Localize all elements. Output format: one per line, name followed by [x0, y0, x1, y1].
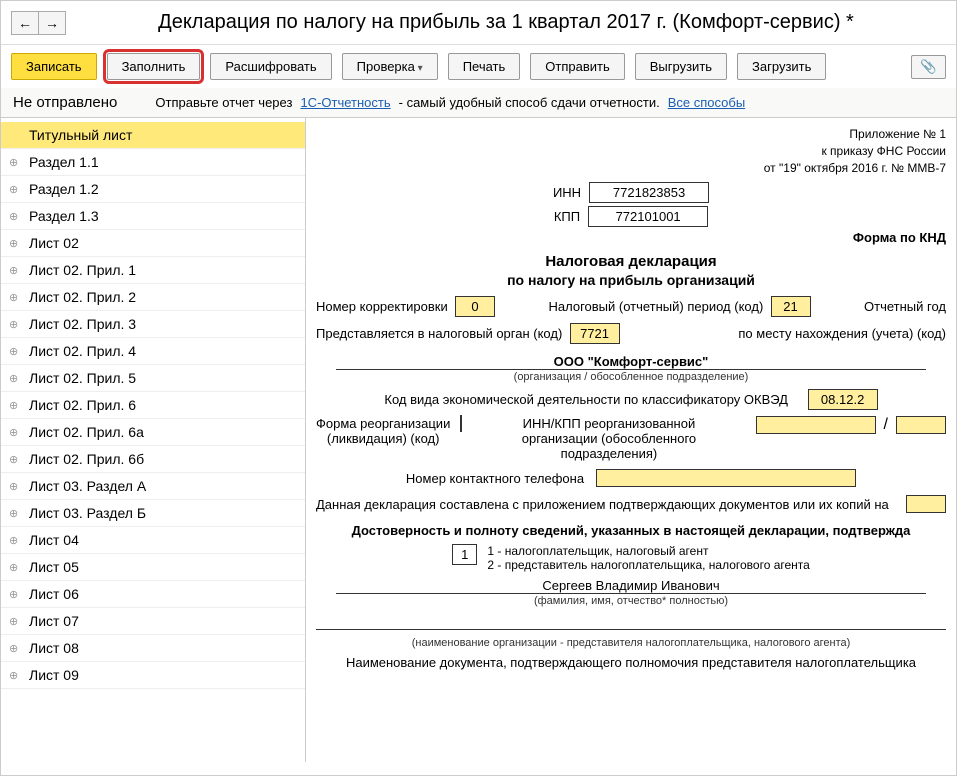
authority-field[interactable]: 7721 — [570, 323, 620, 344]
sidebar-item[interactable]: Лист 02. Прил. 5 — [1, 365, 305, 392]
status-bar: Не отправлено Отправьте отчет через 1С-О… — [1, 88, 956, 118]
nav-forward-button[interactable]: → — [38, 11, 66, 35]
kpp-field[interactable]: 772101001 — [588, 206, 708, 227]
inn-label: ИНН — [553, 185, 581, 200]
rep-org-line — [316, 629, 946, 630]
docs-label: Данная декларация составлена с приложени… — [316, 497, 900, 512]
okved-field[interactable]: 08.12.2 — [808, 389, 878, 410]
correction-field[interactable]: 0 — [455, 296, 495, 317]
sidebar-item[interactable]: Лист 06 — [1, 581, 305, 608]
fill-button[interactable]: Заполнить — [107, 53, 201, 80]
phone-field[interactable] — [596, 469, 856, 487]
sidebar-item[interactable]: Лист 02. Прил. 6а — [1, 419, 305, 446]
sidebar-item[interactable]: Лист 03. Раздел А — [1, 473, 305, 500]
reorg-inn-label-3: подразделения) — [472, 446, 745, 461]
signer-desc: 1 - налогоплательщик, налоговый агент 2 … — [487, 544, 809, 572]
reorg-label-2: (ликвидация) (код) — [316, 431, 450, 446]
download-button[interactable]: Загрузить — [737, 53, 826, 80]
sidebar-item[interactable]: Лист 02. Прил. 2 — [1, 284, 305, 311]
reorg-inn-label-1: ИНН/КПП реорганизованной — [472, 416, 745, 431]
reorg-inn-label-2: организации (обособленного — [472, 431, 745, 446]
link-1c-report[interactable]: 1С-Отчетность — [300, 95, 390, 110]
inn-field[interactable]: 7721823853 — [589, 182, 709, 203]
sidebar-item[interactable]: Лист 02. Прил. 3 — [1, 311, 305, 338]
sidebar-item[interactable]: Лист 02 — [1, 230, 305, 257]
appendix-note: Приложение № 1 к приказу ФНС России от "… — [316, 126, 946, 176]
place-label: по месту нахождения (учета) (код) — [738, 326, 946, 341]
section-tree: Титульный лист Раздел 1.1 Раздел 1.2 Раз… — [1, 118, 306, 762]
form-title: Налоговая декларация — [316, 253, 946, 270]
person-hint: (фамилия, имя, отчество* полностью) — [336, 593, 926, 607]
sidebar-item[interactable]: Лист 02. Прил. 6б — [1, 446, 305, 473]
sidebar-item[interactable]: Раздел 1.3 — [1, 203, 305, 230]
paperclip-icon: 📎 — [920, 59, 937, 74]
print-button[interactable]: Печать — [448, 53, 521, 80]
sidebar-item[interactable]: Лист 04 — [1, 527, 305, 554]
send-status: Не отправлено — [13, 94, 117, 111]
rep-org-hint: (наименование организации - представител… — [336, 636, 926, 649]
phone-label: Номер контактного телефона — [406, 471, 584, 486]
period-label: Налоговый (отчетный) период (код) — [548, 299, 763, 314]
knd-label: Форма по КНД — [853, 230, 946, 245]
send-button[interactable]: Отправить — [530, 53, 624, 80]
sidebar-item-title-page[interactable]: Титульный лист — [1, 122, 305, 149]
attach-button[interactable]: 📎 — [911, 55, 946, 79]
sidebar-item[interactable]: Лист 02. Прил. 4 — [1, 338, 305, 365]
confirm-title: Достоверность и полноту сведений, указан… — [316, 523, 946, 538]
sidebar-item[interactable]: Раздел 1.1 — [1, 149, 305, 176]
upload-button[interactable]: Выгрузить — [635, 53, 727, 80]
write-button[interactable]: Записать — [11, 53, 97, 80]
kpp-label: КПП — [554, 209, 580, 224]
authority-label: Представляется в налоговый орган (код) — [316, 326, 562, 341]
reorg-kpp-field[interactable] — [896, 416, 946, 434]
sidebar-item[interactable]: Лист 02. Прил. 6 — [1, 392, 305, 419]
status-text-2: - самый удобный способ сдачи отчетности. — [399, 95, 660, 110]
check-button[interactable]: Проверка — [342, 53, 438, 80]
doc-confirm-label: Наименование документа, подтверждающего … — [316, 655, 946, 670]
link-all-methods[interactable]: Все способы — [668, 95, 745, 110]
sidebar-item[interactable]: Лист 09 — [1, 662, 305, 689]
sidebar-item[interactable]: Лист 05 — [1, 554, 305, 581]
reorg-code-field[interactable] — [460, 415, 462, 432]
period-field[interactable]: 21 — [771, 296, 811, 317]
person-name: Сергеев Владимир Иванович — [316, 578, 946, 593]
reorg-inn-field[interactable] — [756, 416, 876, 434]
sidebar-item[interactable]: Лист 02. Прил. 1 — [1, 257, 305, 284]
sidebar-item[interactable]: Лист 03. Раздел Б — [1, 500, 305, 527]
form-panel: Приложение № 1 к приказу ФНС России от "… — [306, 118, 956, 762]
sidebar-item[interactable]: Лист 07 — [1, 608, 305, 635]
page-title: Декларация по налогу на прибыль за 1 ква… — [66, 7, 946, 38]
okved-label: Код вида экономической деятельности по к… — [384, 392, 788, 407]
docs-count-field[interactable] — [906, 495, 946, 513]
sidebar-item[interactable]: Раздел 1.2 — [1, 176, 305, 203]
nav-back-button[interactable]: ← — [11, 11, 39, 35]
org-name: ООО "Комфорт-сервис" — [316, 354, 946, 369]
slash-divider: / — [880, 416, 892, 434]
decode-button[interactable]: Расшифровать — [210, 53, 331, 80]
toolbar: Записать Заполнить Расшифровать Проверка… — [1, 45, 956, 88]
year-label: Отчетный год — [864, 299, 946, 314]
org-hint: (организация / обособленное подразделени… — [336, 369, 926, 383]
reorg-label-1: Форма реорганизации — [316, 416, 450, 431]
correction-label: Номер корректировки — [316, 299, 448, 314]
sidebar-item[interactable]: Лист 08 — [1, 635, 305, 662]
status-text-1: Отправьте отчет через — [155, 95, 292, 110]
form-subtitle: по налогу на прибыль организаций — [316, 272, 946, 288]
signer-code-field[interactable]: 1 — [452, 544, 477, 565]
